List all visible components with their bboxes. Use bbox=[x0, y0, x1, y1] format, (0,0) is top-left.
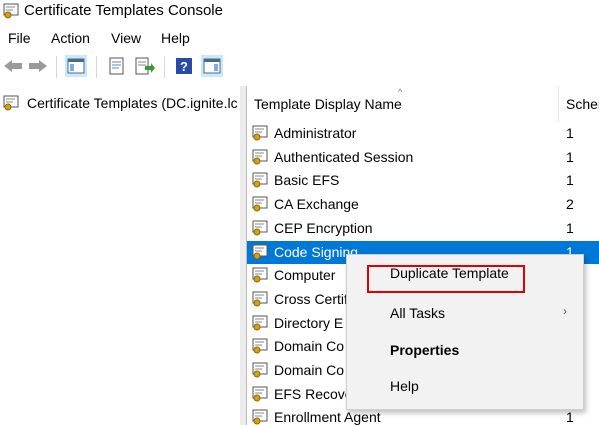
pane-splitter[interactable] bbox=[240, 86, 247, 425]
toolbar-separator bbox=[96, 56, 97, 78]
console-tree: Certificate Templates (DC.ignite.lc bbox=[0, 88, 240, 425]
schema-version: 1 bbox=[566, 148, 574, 165]
template-name: Cross Certif bbox=[274, 290, 348, 307]
template-name: Domain Co bbox=[274, 338, 345, 355]
template-name: Basic EFS bbox=[274, 172, 340, 189]
schema-version: 2 bbox=[566, 196, 574, 213]
menu-item-properties[interactable]: Properties bbox=[347, 336, 583, 364]
toolbar-separator bbox=[56, 56, 57, 78]
show-hide-console-tree-icon[interactable] bbox=[65, 55, 87, 77]
window-title: Certificate Templates Console bbox=[24, 2, 223, 19]
certificate-template-icon bbox=[251, 267, 269, 284]
certificate-template-icon bbox=[251, 338, 269, 355]
certificate-template-icon bbox=[251, 362, 269, 379]
forward-arrow-icon[interactable] bbox=[27, 55, 49, 77]
certificate-template-icon bbox=[251, 386, 269, 403]
menu-action[interactable]: Action bbox=[51, 29, 90, 47]
menu-view[interactable]: View bbox=[111, 29, 141, 47]
table-row[interactable]: CEP Encryption 1 bbox=[247, 217, 599, 240]
schema-version: 1 bbox=[566, 125, 574, 141]
template-name: Domain Co bbox=[274, 362, 345, 378]
certificate-template-icon bbox=[251, 291, 269, 308]
menu-item-help[interactable]: Help bbox=[347, 372, 583, 400]
certificate-templates-icon bbox=[2, 94, 20, 112]
template-name: Enrollment Agent bbox=[274, 409, 381, 425]
submenu-arrow-icon: › bbox=[563, 304, 567, 318]
svg-text:?: ? bbox=[180, 59, 188, 74]
template-name: Authenticated Session bbox=[274, 148, 414, 165]
template-name: CA Exchange bbox=[274, 196, 359, 213]
certificate-template-icon bbox=[251, 149, 269, 166]
certificate-template-icon bbox=[251, 196, 269, 213]
menu-help[interactable]: Help bbox=[161, 29, 190, 47]
menu-item-duplicate-template[interactable]: Duplicate Template bbox=[347, 259, 583, 293]
table-row[interactable]: Authenticated Session 1 bbox=[247, 146, 599, 169]
certificate-template-icon bbox=[251, 244, 269, 261]
context-menu: Duplicate Template All Tasks › Propertie… bbox=[346, 254, 584, 410]
menu-item-all-tasks[interactable]: All Tasks › bbox=[347, 299, 583, 327]
certificate-template-icon bbox=[251, 315, 269, 332]
certificate-template-icon bbox=[251, 125, 269, 142]
export-list-icon[interactable] bbox=[134, 55, 156, 77]
certificate-app-icon bbox=[2, 2, 20, 20]
certificate-template-icon bbox=[251, 409, 269, 425]
table-row[interactable]: Basic EFS 1 bbox=[247, 169, 599, 192]
help-icon[interactable]: ? bbox=[173, 55, 195, 77]
toolbar: ? bbox=[0, 52, 599, 82]
tree-item-label: Certificate Templates (DC.ignite.lc bbox=[27, 95, 238, 111]
title-bar: Certificate Templates Console bbox=[0, 0, 599, 24]
properties-icon[interactable] bbox=[106, 55, 128, 77]
template-name: Computer bbox=[274, 267, 336, 284]
show-hide-action-pane-icon[interactable] bbox=[201, 55, 223, 77]
schema-version: 1 bbox=[566, 219, 574, 236]
back-arrow-icon[interactable] bbox=[2, 55, 24, 77]
column-header-name[interactable]: ^ Template Display Name bbox=[247, 86, 558, 122]
column-header-schema[interactable]: Schem bbox=[559, 86, 599, 122]
menu-bar: File Action View Help bbox=[0, 26, 599, 50]
table-row[interactable]: CA Exchange 2 bbox=[247, 193, 599, 216]
table-row[interactable]: Administrator 1 bbox=[247, 122, 599, 145]
schema-version: 1 bbox=[566, 409, 574, 425]
template-name: Directory E bbox=[274, 314, 344, 331]
template-name: Administrator bbox=[274, 125, 357, 141]
tree-item-certificate-templates[interactable]: Certificate Templates (DC.ignite.lc bbox=[0, 92, 240, 114]
menu-file[interactable]: File bbox=[8, 29, 31, 47]
certificate-template-icon bbox=[251, 172, 269, 189]
schema-version: 1 bbox=[566, 172, 574, 189]
template-name: CEP Encryption bbox=[274, 219, 373, 236]
certificate-template-icon bbox=[251, 220, 269, 237]
toolbar-separator bbox=[164, 56, 165, 78]
